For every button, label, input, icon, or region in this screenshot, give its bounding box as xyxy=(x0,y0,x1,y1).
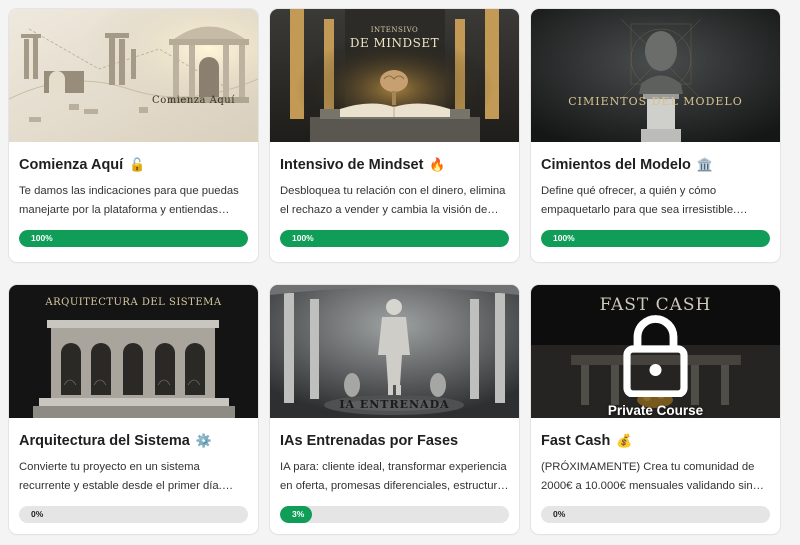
progress-label: 0% xyxy=(31,509,44,519)
course-title[interactable]: Fast Cash xyxy=(541,433,610,449)
course-thumbnail[interactable]: ARQUITECTURA DEL SISTEMA xyxy=(9,285,258,418)
ruins-map-illustration xyxy=(9,9,258,142)
bust-pedestal-illustration xyxy=(531,9,780,142)
course-card-fast-cash[interactable]: FAST CASH Private Course Fast Cash 💰 (PR… xyxy=(531,285,780,534)
course-description: Define qué ofrecer, a quién y cómo empaq… xyxy=(541,185,748,216)
course-card-ias-entrenadas[interactable]: IA ENTRENADA IAs Entrenadas por Fases IA… xyxy=(270,285,519,534)
classical-building-icon: 🏛️ xyxy=(696,157,714,173)
thumbnail-caption: IA ENTRENADA xyxy=(339,398,450,411)
money-bag-icon: 💰 xyxy=(616,433,633,449)
unlock-icon: 🔓 xyxy=(129,157,146,173)
course-description: (PRÓXIMAMENTE) Crea tu comunidad de 2000… xyxy=(541,461,764,492)
progress-bar: 100% xyxy=(280,230,509,247)
thumbnail-caption: ARQUITECTURA DEL SISTEMA xyxy=(45,297,222,308)
progress-bar: 3% xyxy=(280,506,509,523)
gear-icon: ⚙️ xyxy=(195,433,213,449)
course-title[interactable]: IAs Entrenadas por Fases xyxy=(280,433,458,449)
course-title[interactable]: Cimientos del Modelo xyxy=(541,157,691,173)
course-card-comienza-aqui[interactable]: Comienza Aquí Comienza Aquí 🔓 Te damos l… xyxy=(9,9,258,262)
course-thumbnail[interactable]: Comienza Aquí xyxy=(9,9,258,142)
progress-fill xyxy=(541,230,770,247)
course-title[interactable]: Intensivo de Mindset xyxy=(280,157,423,173)
progress-label: 100% xyxy=(553,233,575,243)
course-description: Desbloquea tu relación con el dinero, el… xyxy=(280,185,506,216)
course-thumbnail[interactable]: CIMIENTOS DEL MODELO xyxy=(531,9,780,142)
lock-icon xyxy=(623,315,688,397)
course-card-intensivo-mindset[interactable]: INTENSIVO DE MINDSET Intensivo de Mindse… xyxy=(270,9,519,262)
course-card-cimientos-modelo[interactable]: CIMIENTOS DEL MODELO Cimientos del Model… xyxy=(531,9,780,262)
progress-label: 3% xyxy=(292,509,305,519)
thumbnail-caption: DE MINDSET xyxy=(349,36,440,50)
progress-bar: 0% xyxy=(19,506,248,523)
course-description: IA para: cliente ideal, transformar expe… xyxy=(280,461,509,492)
private-course-label: Private Course xyxy=(607,403,704,418)
course-card-arquitectura-sistema[interactable]: ARQUITECTURA DEL SISTEMA Arquitectura de… xyxy=(9,285,258,534)
course-thumbnail[interactable]: IA ENTRENADA xyxy=(270,285,519,418)
progress-bar: 100% xyxy=(541,230,770,247)
progress-fill xyxy=(19,230,248,247)
progress-fill xyxy=(280,230,509,247)
progress-bar: 0% xyxy=(541,506,770,523)
thumbnail-caption: CIMIENTOS DEL MODELO xyxy=(568,95,743,108)
course-thumbnail[interactable]: INTENSIVO DE MINDSET xyxy=(270,9,519,142)
course-thumbnail[interactable]: FAST CASH Private Course xyxy=(531,285,780,418)
thumbnail-caption: Comienza Aquí xyxy=(152,95,235,106)
progress-bar: 100% xyxy=(19,230,248,247)
course-grid: Comienza Aquí Comienza Aquí 🔓 Te damos l… xyxy=(9,9,780,534)
progress-label: 0% xyxy=(553,509,566,519)
progress-label: 100% xyxy=(292,233,314,243)
course-title[interactable]: Comienza Aquí xyxy=(19,157,123,173)
progress-label: 100% xyxy=(31,233,53,243)
private-course-overlay: Private Course xyxy=(531,285,780,418)
course-description: Convierte tu proyecto en un sistema recu… xyxy=(19,461,234,492)
thumbnail-caption-top: INTENSIVO xyxy=(370,26,419,34)
course-description: Te damos las indicaciones para que pueda… xyxy=(19,185,239,216)
fire-icon: 🔥 xyxy=(429,157,446,173)
course-title[interactable]: Arquitectura del Sistema xyxy=(19,433,190,449)
